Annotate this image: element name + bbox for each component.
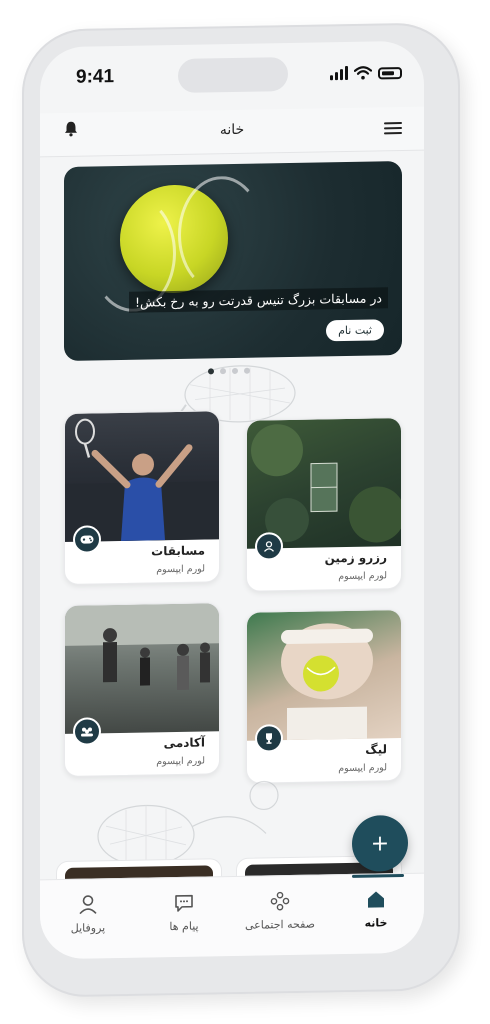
competitions-photo (65, 411, 220, 542)
nav-community[interactable]: صفحه اجتماعی (232, 875, 328, 956)
battery-icon (378, 67, 402, 80)
user-icon (79, 895, 97, 915)
app-header: خانه (40, 106, 424, 158)
status-icons (330, 65, 402, 81)
banner-text: در مسابقات بزرگ تنیس قدرتت رو به رخ بکش! (129, 287, 388, 313)
tennis-ball-image (120, 184, 228, 294)
signal-icon (330, 65, 348, 81)
player-celebrating-image (65, 418, 220, 542)
card-court-reservation[interactable]: رزرو زمین لورم ایپسوم (246, 417, 402, 592)
page-title: خانه (219, 121, 245, 139)
training-players-image (65, 603, 220, 690)
promo-banner[interactable]: در مسابقات بزرگ تنیس قدرتت رو به رخ بکش!… (64, 161, 402, 361)
card-title: آکادمی (163, 735, 205, 751)
trophy-icon (255, 724, 283, 753)
bottom-navigation: پروفایل پیام ها صفحه اجتماعی خانه (40, 872, 424, 960)
card-subtitle: لورم ایپسوم (338, 570, 387, 583)
chat-icon (175, 894, 193, 912)
league-photo (247, 610, 401, 741)
nav-home[interactable]: خانه (328, 874, 424, 955)
gamepad-icon (73, 525, 101, 554)
card-academy[interactable]: آکادمی لورم ایپسوم (64, 602, 220, 777)
card-title: لیگ (365, 742, 387, 757)
academy-photo (65, 603, 220, 734)
court-photo (247, 418, 402, 549)
dynamic-island (178, 57, 288, 93)
wifi-icon (354, 66, 372, 80)
card-league[interactable]: لیگ لورم ایپسوم (246, 609, 402, 784)
card-competitions[interactable]: مسابقات لورم ایپسوم (64, 410, 220, 585)
register-button[interactable]: ثبت نام (326, 319, 384, 342)
nav-label: صفحه اجتماعی (244, 917, 316, 932)
nav-label: پروفایل (70, 921, 106, 935)
nav-profile[interactable]: پروفایل (40, 879, 136, 960)
community-icon (270, 891, 290, 911)
player-holding-ball-image (281, 623, 373, 741)
carousel-dot[interactable] (232, 367, 238, 374)
status-bar: 9:41 (40, 41, 424, 104)
card-title: مسابقات (151, 543, 205, 559)
carousel-dots (208, 367, 250, 375)
carousel-dot[interactable] (220, 368, 226, 375)
nav-label: پیام ها (169, 919, 199, 934)
user-check-icon (255, 532, 283, 561)
nav-label: خانه (364, 916, 388, 930)
carousel-dot-active[interactable] (208, 368, 214, 375)
status-time: 9:41 (76, 66, 115, 88)
card-subtitle: لورم ایپسوم (156, 563, 205, 576)
home-icon (368, 891, 384, 908)
aerial-court-image (251, 424, 402, 543)
app-screen: 9:41 خانه در مسابقات بزرگ تنیس قدرتت رو … (40, 40, 424, 960)
card-title: رزرو زمین (324, 550, 387, 566)
card-subtitle: لورم ایپسوم (338, 762, 387, 775)
nav-messages[interactable]: پیام ها (136, 877, 232, 958)
group-icon (73, 717, 101, 746)
hamburger-menu-icon[interactable] (384, 122, 402, 135)
carousel-dot[interactable] (244, 367, 250, 374)
